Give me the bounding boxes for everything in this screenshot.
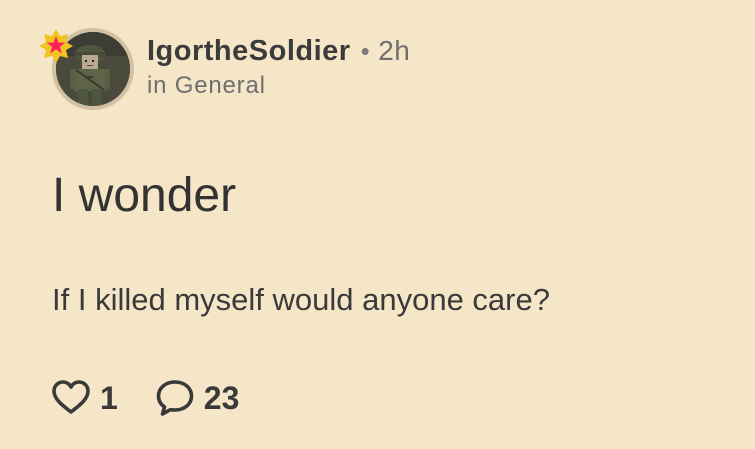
post-actions: 1 23 [50, 376, 275, 420]
author-info: IgortheSoldier • 2h in General [147, 33, 410, 101]
post-header: IgortheSoldier • 2h in General [39, 14, 702, 114]
comment-button[interactable]: 23 [154, 377, 240, 419]
like-button[interactable]: 1 [50, 377, 118, 419]
post-card: IgortheSoldier • 2h in General I wonder If… [0, 0, 755, 449]
post-body: If I killed myself would anyone care? [52, 282, 550, 317]
star-badge-icon [39, 29, 73, 63]
community-link[interactable]: General [175, 72, 266, 99]
community-line: in General [147, 71, 410, 101]
like-count: 1 [100, 379, 118, 416]
heart-outline-icon [52, 380, 90, 414]
post-timestamp: 2h [378, 35, 411, 66]
author-username[interactable]: IgortheSoldier [147, 35, 351, 67]
author-line: IgortheSoldier • 2h [147, 33, 410, 69]
speech-bubble-outline-icon [156, 380, 194, 416]
post-title: I wonder [52, 169, 237, 222]
separator-dot: • [360, 36, 371, 66]
community-prefix: in [147, 72, 168, 99]
comment-count: 23 [203, 379, 240, 416]
author-avatar[interactable] [39, 28, 134, 110]
